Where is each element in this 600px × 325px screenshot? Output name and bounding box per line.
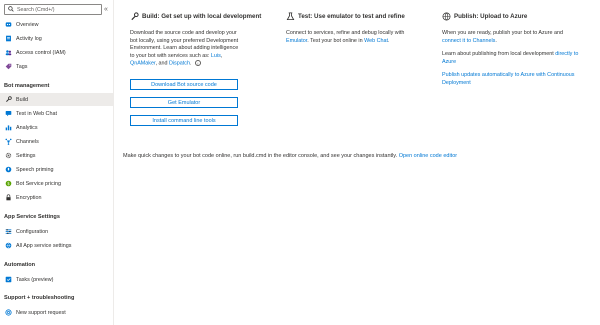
sidebar-item-build[interactable]: Build xyxy=(0,93,113,106)
build-icon xyxy=(5,96,12,103)
publish-title-row: Publish: Upload to Azure xyxy=(442,12,582,21)
search-input[interactable] xyxy=(17,6,97,13)
get-emulator-button[interactable]: Get Emulator xyxy=(130,97,238,108)
install-command-line-tools-button[interactable]: Install command line tools xyxy=(130,115,238,126)
sidebar-item-all-app-service-settings[interactable]: All App service settings xyxy=(0,239,113,252)
connect-channels-link[interactable]: connect it to Channels xyxy=(442,38,495,44)
publish-column: Publish: Upload to Azure When you are re… xyxy=(442,12,582,87)
globe-icon xyxy=(442,12,451,21)
sidebar-item-configuration[interactable]: Configuration xyxy=(0,225,113,238)
build-title-row: Build: Get set up with local development xyxy=(130,12,261,21)
sidebar-item-label: Settings xyxy=(16,152,36,159)
build-icon xyxy=(130,12,139,21)
lock-icon xyxy=(5,194,12,201)
test-icon xyxy=(286,12,295,21)
open-online-code-editor-link[interactable]: Open online code editor xyxy=(399,153,457,159)
configuration-icon xyxy=(5,228,12,235)
resource-sidebar: « Overview Activity log Access control (… xyxy=(0,0,114,325)
test-title: Test: Use emulator to test and refine xyxy=(298,13,405,20)
bot-overview-icon xyxy=(5,21,12,28)
tasks-icon xyxy=(5,276,12,283)
sidebar-item-label: Build xyxy=(16,96,28,103)
section-support-troubleshooting: Support + troubleshooting xyxy=(4,295,75,301)
sidebar-item-tags[interactable]: Tags xyxy=(0,60,113,73)
gear-icon xyxy=(5,152,12,159)
sidebar-item-label: All App service settings xyxy=(16,242,72,249)
activity-log-icon xyxy=(5,35,12,42)
dispatch-link[interactable]: Dispatch xyxy=(169,60,190,66)
sidebar-item-new-support-request[interactable]: New support request xyxy=(0,306,113,319)
emulator-link[interactable]: Emulator xyxy=(286,38,307,44)
test-title-row: Test: Use emulator to test and refine xyxy=(286,12,422,21)
people-icon xyxy=(5,49,12,56)
section-bot-management: Bot management xyxy=(4,83,50,89)
sidebar-item-tasks[interactable]: Tasks (preview) xyxy=(0,273,113,286)
sidebar-item-access-control[interactable]: Access control (IAM) xyxy=(0,46,113,59)
sidebar-item-settings[interactable]: Settings xyxy=(0,149,113,162)
sidebar-item-activity-log[interactable]: Activity log xyxy=(0,32,113,45)
publish-title: Publish: Upload to Azure xyxy=(454,13,528,20)
luis-link[interactable]: Luis xyxy=(211,53,221,59)
sidebar-item-label: Tasks (preview) xyxy=(16,276,54,283)
tag-icon xyxy=(5,63,12,70)
search-icon xyxy=(8,5,14,14)
publish-description: When you are ready, publish your bot to … xyxy=(442,30,563,44)
download-bot-source-code-button[interactable]: Download Bot source code xyxy=(130,79,238,90)
analytics-icon xyxy=(5,124,12,131)
sidebar-item-test-web-chat[interactable]: Test in Web Chat xyxy=(0,107,113,120)
search-box[interactable] xyxy=(4,4,102,15)
section-automation: Automation xyxy=(4,262,36,268)
support-icon xyxy=(5,309,12,316)
test-description: Connect to services, refine and debug lo… xyxy=(286,30,405,44)
sidebar-item-channels[interactable]: Channels xyxy=(0,135,113,148)
sidebar-item-label: New support request xyxy=(16,309,66,316)
test-column: Test: Use emulator to test and refine Co… xyxy=(286,12,422,45)
sidebar-item-label: Analytics xyxy=(16,124,38,131)
sidebar-item-label: Tags xyxy=(16,63,28,70)
build-description: Download the source code and develop you… xyxy=(130,30,239,67)
sidebar-item-overview[interactable]: Overview xyxy=(0,18,113,31)
sidebar-item-speech-priming[interactable]: Speech priming xyxy=(0,163,113,176)
sidebar-item-label: Activity log xyxy=(16,35,42,42)
online-editor-text: Make quick changes to your bot code onli… xyxy=(123,153,399,159)
chat-icon xyxy=(5,110,12,117)
app-service-icon xyxy=(5,242,12,249)
speech-icon xyxy=(5,166,12,173)
svg-text:$: $ xyxy=(7,181,10,186)
publish-local-text: Learn about publishing from local develo… xyxy=(442,51,579,65)
section-app-service-settings: App Service Settings xyxy=(4,214,60,220)
web-chat-link[interactable]: Web Chat xyxy=(364,38,388,44)
sidebar-item-encryption[interactable]: Encryption xyxy=(0,191,113,204)
sidebar-item-label: Channels xyxy=(16,138,39,145)
build-blade-content: Build: Get set up with local development… xyxy=(114,0,600,325)
info-icon[interactable]: i xyxy=(194,60,201,66)
collapse-sidebar-button[interactable]: « xyxy=(104,4,108,15)
build-column: Build: Get set up with local development… xyxy=(130,12,261,68)
channels-icon xyxy=(5,138,12,145)
sidebar-item-label: Configuration xyxy=(16,228,49,235)
pricing-icon: $ xyxy=(5,180,12,187)
continuous-deployment-link[interactable]: Publish updates automatically to Azure w… xyxy=(442,72,574,86)
sidebar-item-label: Test in Web Chat xyxy=(16,110,57,117)
build-title: Build: Get set up with local development xyxy=(142,13,262,20)
online-editor-row: Make quick changes to your bot code onli… xyxy=(123,153,457,159)
sidebar-item-label: Bot Service pricing xyxy=(16,180,61,187)
publish-continuous-text: Publish updates automatically to Azure w… xyxy=(442,72,582,87)
sidebar-item-label: Speech priming xyxy=(16,166,54,173)
sidebar-item-label: Access control (IAM) xyxy=(16,49,66,56)
sidebar-item-label: Overview xyxy=(16,21,39,28)
sidebar-item-analytics[interactable]: Analytics xyxy=(0,121,113,134)
sidebar-item-bot-service-pricing[interactable]: $ Bot Service pricing xyxy=(0,177,113,190)
qnamaker-link[interactable]: QnAMaker xyxy=(130,60,155,66)
sidebar-item-label: Encryption xyxy=(16,194,42,201)
